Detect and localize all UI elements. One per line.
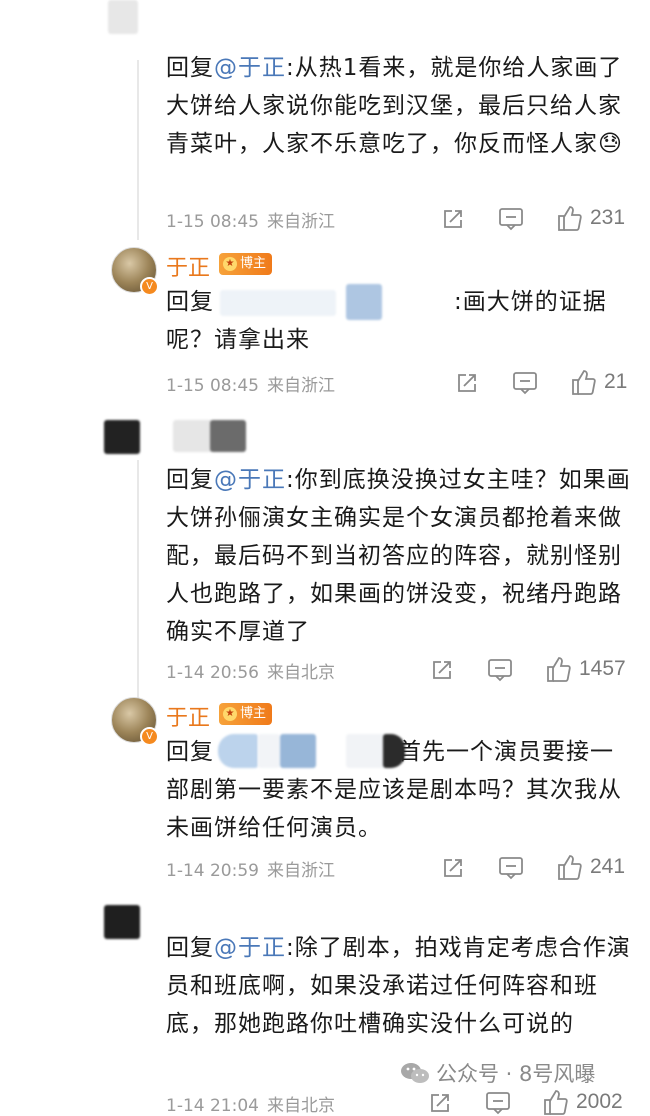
comment-button[interactable] [485,1091,511,1115]
thread-line [137,60,139,240]
watermark: 公众号 · 8号风曝 [400,1058,595,1088]
comment-meta: 1-14 21:04 来自北京 [166,1091,335,1116]
comment-meta: 1-14 20:56 来自北京 [166,658,335,683]
redacted-avatar [108,0,138,34]
like-button[interactable]: 231 [556,204,625,232]
wechat-icon [401,1063,429,1083]
redacted-username [173,420,213,452]
comment-text: 回复@于正:你到底换没换过女主哇？如果画大饼孙俪演女主确实是个女演员都抢着来做配… [166,467,631,645]
watermark-text: 公众号 · 8号风曝 [436,1062,596,1086]
comment-button[interactable] [487,658,513,682]
author-name[interactable]: 于正 [166,250,210,282]
like-button[interactable]: 1457 [545,655,626,683]
location: 来自浙江 [266,376,335,396]
share-button[interactable] [441,856,465,880]
comment-icon [499,857,523,880]
like-count: 231 [590,206,626,229]
like-icon [547,657,571,682]
like-count: 241 [590,855,626,878]
redacted-mention [346,734,386,768]
verified-badge-icon: V [140,277,159,296]
redacted-mention [258,734,280,768]
blogger-badge: ★ 博主 [219,703,273,725]
timestamp: 1-14 20:56 [166,663,259,683]
redacted-mention [346,284,382,320]
mention-link[interactable]: @于正 [214,467,286,493]
share-button[interactable] [441,207,465,231]
location: 来自浙江 [266,861,335,881]
share-icon [444,210,462,228]
timestamp: 1-15 08:45 [166,376,259,396]
redacted-mention [220,290,336,316]
location: 来自浙江 [266,212,335,232]
redacted-mention [218,734,258,768]
timestamp: 1-14 21:04 [166,1096,259,1116]
comment-text: 回复@于正:从热1看来，就是你给人家画了大饼给人家说你能吃到汉堡，最后只给人家青… [166,55,623,157]
timestamp: 1-14 20:59 [166,861,259,881]
like-count: 2002 [576,1090,623,1113]
redacted-username [210,420,246,452]
mention-link[interactable]: @于正 [214,935,286,961]
like-count: 21 [604,370,628,393]
share-icon [433,661,451,679]
like-icon [544,1090,568,1115]
like-icon [558,855,582,880]
like-button[interactable]: 21 [570,368,627,396]
share-button[interactable] [428,1091,452,1115]
share-button[interactable] [455,371,479,395]
mention-link[interactable]: @于正 [214,55,286,81]
comment-text: 回复@于正:除了剧本，拍戏肯定考虑合作演员和班底啊，如果没承诺过任何阵容和班底，… [166,935,631,1037]
comment-icon [486,1092,510,1115]
like-icon [572,370,596,395]
share-button[interactable] [430,658,454,682]
redacted-avatar [104,905,140,939]
comment-button[interactable] [498,856,524,880]
redacted-avatar [104,420,140,454]
comment-button[interactable] [498,207,524,231]
comment-button[interactable] [512,371,538,395]
verified-badge-icon: V [140,727,159,746]
like-icon [558,206,582,231]
author-name[interactable]: 于正 [166,700,210,732]
like-button[interactable]: 2002 [542,1088,623,1116]
thread-line [137,460,139,700]
share-icon [431,1094,449,1112]
blogger-badge: ★ 博主 [219,253,273,275]
crown-icon: ★ [223,257,237,271]
comment-icon [488,659,512,682]
sweat-emoji: 😓 [598,131,623,157]
share-icon [444,859,462,877]
like-count: 1457 [579,657,626,680]
crown-icon: ★ [223,707,237,721]
comment-icon [499,208,523,231]
redacted-mention [383,734,405,768]
redacted-mention [280,734,316,768]
comment-meta: 1-15 08:45 来自浙江 [166,371,335,396]
timestamp: 1-15 08:45 [166,212,259,232]
like-button[interactable]: 241 [556,853,625,881]
comment-meta: 1-14 20:59 来自浙江 [166,856,335,881]
location: 来自北京 [266,1096,335,1116]
share-icon [458,374,476,392]
comment-meta: 1-15 08:45 来自浙江 [166,207,335,232]
location: 来自北京 [266,663,335,683]
comment-icon [513,372,537,395]
